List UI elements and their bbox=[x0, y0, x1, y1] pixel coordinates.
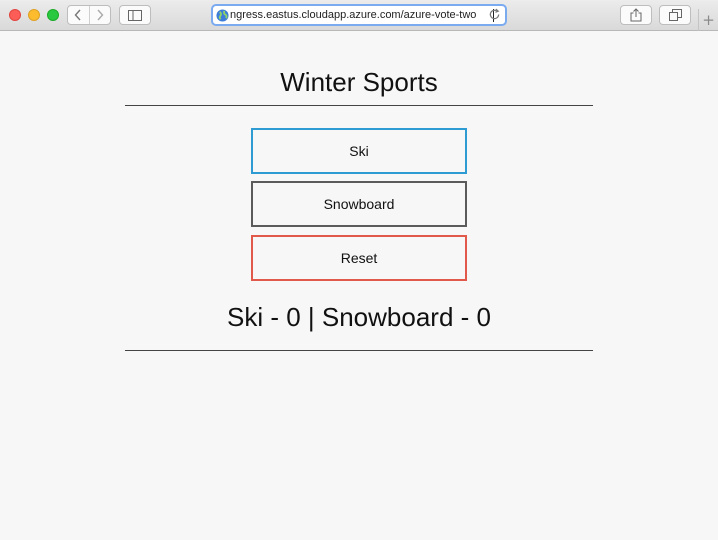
snowboard-vote-button[interactable]: Snowboard bbox=[251, 181, 467, 227]
globe-icon bbox=[216, 8, 229, 22]
show-tabs-button[interactable] bbox=[659, 5, 691, 25]
share-icon bbox=[630, 8, 642, 22]
close-window-button[interactable] bbox=[9, 9, 21, 21]
ski-vote-button[interactable]: Ski bbox=[251, 128, 467, 174]
sidebar-button[interactable] bbox=[119, 5, 151, 25]
share-button[interactable] bbox=[620, 5, 652, 25]
tabs-icon bbox=[668, 9, 682, 21]
new-tab-icon: + bbox=[702, 11, 715, 29]
url-text: ngress.eastus.cloudapp.azure.com/azure-v… bbox=[230, 9, 477, 21]
back-button[interactable] bbox=[68, 6, 89, 24]
forward-icon bbox=[97, 9, 104, 21]
reset-button[interactable]: Reset bbox=[251, 235, 467, 281]
browser-toolbar: ngress.eastus.cloudapp.azure.com/azure-v… bbox=[0, 0, 718, 31]
divider-bottom bbox=[125, 350, 593, 351]
page-title: Winter Sports bbox=[280, 67, 438, 97]
address-bar[interactable]: ngress.eastus.cloudapp.azure.com/azure-v… bbox=[211, 4, 507, 26]
new-tab-button[interactable]: + bbox=[698, 9, 718, 31]
zoom-window-button[interactable] bbox=[47, 9, 59, 21]
navigation-buttons bbox=[67, 5, 111, 25]
vote-results: Ski - 0 | Snowboard - 0 bbox=[227, 302, 491, 332]
page-content: Winter Sports Ski Snowboard Reset Ski - … bbox=[0, 32, 718, 540]
forward-button[interactable] bbox=[88, 6, 111, 24]
back-icon bbox=[74, 9, 81, 21]
divider-top bbox=[125, 105, 593, 106]
sidebar-icon bbox=[128, 9, 142, 21]
reload-icon[interactable] bbox=[488, 8, 501, 21]
minimize-window-button[interactable] bbox=[28, 9, 40, 21]
